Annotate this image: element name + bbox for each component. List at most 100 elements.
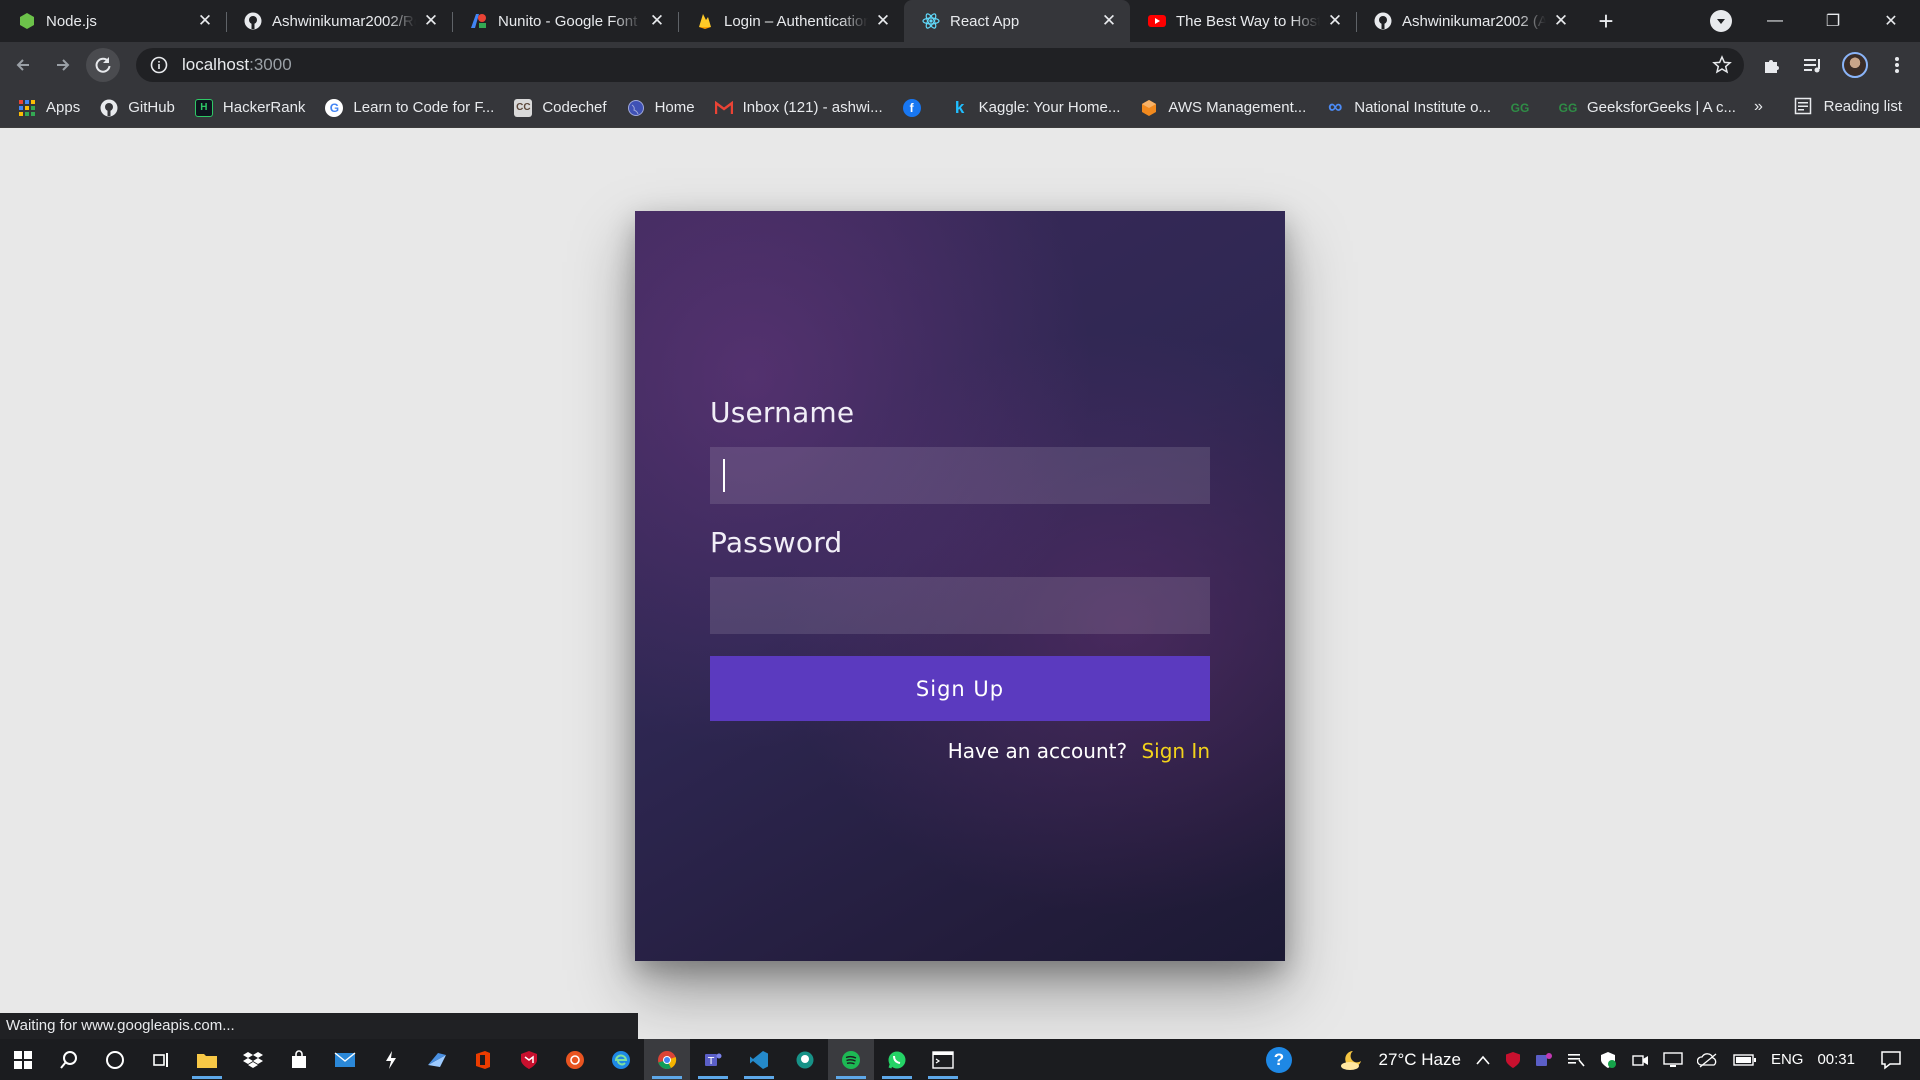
- bookmark-gmail[interactable]: Inbox (121) - ashwi...: [714, 99, 883, 117]
- bookmark-hackerrank[interactable]: H HackerRank: [194, 98, 305, 117]
- onedrive-icon[interactable]: [1696, 1052, 1719, 1068]
- bookmarks-overflow-button[interactable]: »: [1754, 98, 1763, 116]
- avatar: [1842, 52, 1868, 78]
- terminal-icon: [932, 1050, 954, 1069]
- lightning-app-button[interactable]: [368, 1039, 414, 1080]
- gitkraken-button[interactable]: [782, 1039, 828, 1080]
- dropbox-button[interactable]: [230, 1039, 276, 1080]
- tab-github-profile[interactable]: Ashwinikumar2002 (A ✕: [1356, 0, 1582, 42]
- ubuntu-button[interactable]: [552, 1039, 598, 1080]
- close-icon[interactable]: ✕: [648, 11, 666, 30]
- minimize-button[interactable]: —: [1746, 0, 1804, 42]
- reload-button[interactable]: [86, 48, 120, 82]
- close-icon[interactable]: ✕: [874, 11, 892, 30]
- bookmark-national-institute[interactable]: ∞ National Institute o...: [1326, 96, 1491, 118]
- office-button[interactable]: [460, 1039, 506, 1080]
- help-icon[interactable]: ?: [1266, 1047, 1292, 1073]
- spotify-button[interactable]: [828, 1039, 874, 1080]
- reading-list-button[interactable]: Reading list: [1794, 97, 1902, 115]
- clock[interactable]: 00:31: [1817, 1051, 1855, 1068]
- bookmark-aws[interactable]: AWS Management...: [1140, 99, 1306, 117]
- info-icon[interactable]: [150, 56, 168, 74]
- bookmark-facebook[interactable]: f: [902, 98, 931, 117]
- tab-react-app[interactable]: React App ✕: [904, 0, 1130, 42]
- tab-search-button[interactable]: [1710, 10, 1732, 32]
- facebook-icon: f: [902, 98, 921, 117]
- unknown-app-button[interactable]: [414, 1039, 460, 1080]
- profile-avatar[interactable]: [1840, 50, 1870, 80]
- username-input[interactable]: [710, 447, 1210, 504]
- bookmark-kaggle[interactable]: k Kaggle: Your Home...: [951, 98, 1121, 117]
- chrome-button[interactable]: [644, 1039, 690, 1080]
- teams-tray-icon[interactable]: [1535, 1051, 1553, 1069]
- store-bag-icon: [292, 1049, 306, 1068]
- display-icon[interactable]: [1663, 1051, 1683, 1068]
- close-icon[interactable]: ✕: [422, 11, 440, 30]
- bookmark-star-icon[interactable]: [1712, 55, 1732, 75]
- weather-icon[interactable]: [1339, 1049, 1365, 1071]
- tab-youtube[interactable]: The Best Way to Host ✕: [1130, 0, 1356, 42]
- close-icon[interactable]: ✕: [1100, 11, 1118, 30]
- security-shield-icon[interactable]: [1599, 1051, 1617, 1069]
- tab-nodejs[interactable]: Node.js ✕: [0, 0, 226, 42]
- action-center-icon[interactable]: [1880, 1050, 1902, 1070]
- close-icon[interactable]: ✕: [1326, 11, 1344, 30]
- cortana-button[interactable]: [92, 1039, 138, 1080]
- sign-in-link[interactable]: Sign In: [1141, 739, 1210, 763]
- chevron-up-icon[interactable]: [1475, 1054, 1491, 1066]
- mcafee-tray-icon[interactable]: [1505, 1051, 1521, 1069]
- password-input[interactable]: [710, 577, 1210, 634]
- url-port: :3000: [249, 55, 292, 74]
- sign-up-button[interactable]: Sign Up: [710, 656, 1210, 721]
- spotify-icon: [842, 1050, 860, 1069]
- bookmark-freecodecamp[interactable]: G Learn to Code for F...: [325, 98, 494, 117]
- extensions-icon[interactable]: [1756, 50, 1786, 80]
- task-view-button[interactable]: [138, 1039, 184, 1080]
- edge-button[interactable]: [598, 1039, 644, 1080]
- file-explorer-button[interactable]: [184, 1039, 230, 1080]
- bookmark-github[interactable]: GitHub: [100, 99, 175, 117]
- forward-button[interactable]: [46, 48, 80, 82]
- close-icon[interactable]: ✕: [1552, 11, 1570, 30]
- google-icon: G: [325, 98, 344, 117]
- teams-button[interactable]: T: [690, 1039, 736, 1080]
- bookmark-codechef[interactable]: CC Codechef: [514, 98, 607, 117]
- account-prompt: Have an account? Sign In: [710, 739, 1210, 763]
- address-bar[interactable]: localhost:3000: [136, 48, 1744, 82]
- notification-settings-icon[interactable]: [1567, 1051, 1585, 1069]
- bookmark-geeksforgeeks[interactable]: GG GeeksforGeeks | A c...: [1559, 99, 1736, 117]
- tab-firebase-login[interactable]: Login – Authentication ✕: [678, 0, 904, 42]
- store-button[interactable]: [276, 1039, 322, 1080]
- gmail-icon: [714, 99, 733, 117]
- meet-now-icon[interactable]: [1631, 1052, 1649, 1068]
- media-control-icon[interactable]: [1798, 50, 1828, 80]
- close-window-button[interactable]: ✕: [1862, 0, 1920, 42]
- search-button[interactable]: [46, 1039, 92, 1080]
- terminal-button[interactable]: [920, 1039, 966, 1080]
- back-button[interactable]: [6, 48, 40, 82]
- restore-button[interactable]: ❐: [1804, 0, 1862, 42]
- tab-title: Login – Authentication: [724, 12, 868, 30]
- bookmark-apps[interactable]: Apps: [18, 99, 80, 117]
- mcafee-button[interactable]: [506, 1039, 552, 1080]
- bookmark-label: GitHub: [128, 99, 175, 116]
- bookmark-label: Kaggle: Your Home...: [978, 99, 1121, 116]
- bookmark-home[interactable]: Home: [627, 99, 695, 117]
- tab-github-repo[interactable]: Ashwinikumar2002/Re ✕: [226, 0, 452, 42]
- close-icon[interactable]: ✕: [196, 11, 214, 30]
- tab-title: Ashwinikumar2002 (A: [1402, 12, 1546, 30]
- weather-text[interactable]: 27°C Haze: [1379, 1050, 1461, 1070]
- kebab-menu-icon[interactable]: [1882, 50, 1912, 80]
- vscode-button[interactable]: [736, 1039, 782, 1080]
- tab-google-fonts[interactable]: Nunito - Google Font ✕: [452, 0, 678, 42]
- bookmark-gfg-short[interactable]: GG: [1511, 99, 1539, 117]
- battery-icon[interactable]: [1733, 1053, 1757, 1067]
- google-fonts-icon: [470, 12, 488, 30]
- whatsapp-button[interactable]: [874, 1039, 920, 1080]
- start-button[interactable]: [0, 1039, 46, 1080]
- bookmark-label: GeeksforGeeks | A c...: [1587, 99, 1736, 116]
- mail-button[interactable]: [322, 1039, 368, 1080]
- signup-form: Username Password Sign Up Have an accoun…: [710, 396, 1210, 763]
- new-tab-button[interactable]: +: [1586, 0, 1626, 42]
- language-indicator[interactable]: ENG: [1771, 1051, 1804, 1068]
